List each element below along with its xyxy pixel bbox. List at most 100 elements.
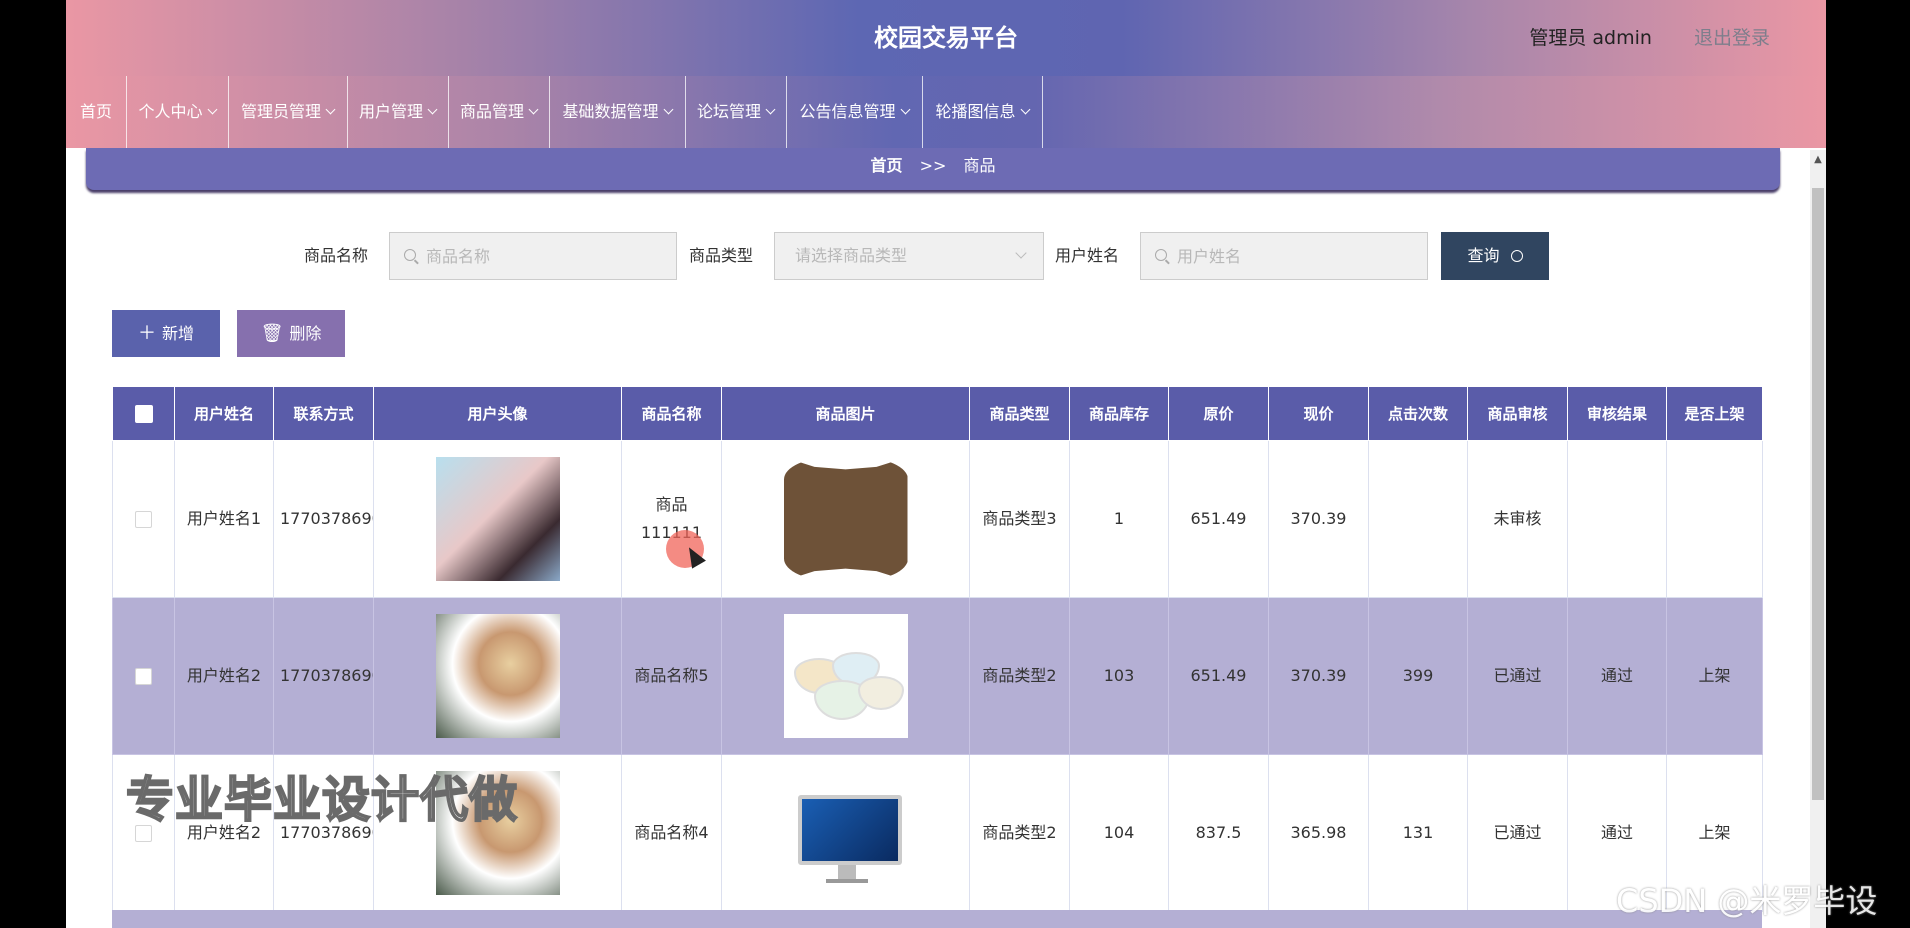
result-cell xyxy=(1567,440,1667,598)
nav-label: 商品管理 xyxy=(459,102,524,121)
nav-product-manage[interactable]: 商品管理 xyxy=(448,76,550,148)
phone-cell: 17703786901 xyxy=(273,440,374,598)
user-name-cell: 用户姓名1 xyxy=(174,440,274,598)
nav-label: 首页 xyxy=(79,102,112,121)
row-checkbox[interactable] xyxy=(135,668,152,685)
price-cell: 370.39 xyxy=(1268,597,1369,755)
nav-notice-manage[interactable]: 公告信息管理 xyxy=(786,76,923,148)
table-header-row: 用户姓名 联系方式 用户头像 商品名称 商品图片 商品类型 商品库存 原价 现价… xyxy=(112,386,1763,441)
nav-label: 轮播图信息 xyxy=(935,102,1016,121)
product-type-cell: 商品类型2 xyxy=(969,754,1070,912)
column-header: 商品审核 xyxy=(1467,386,1568,441)
search-icon xyxy=(1510,250,1523,262)
query-label: 查询 xyxy=(1467,246,1500,265)
table-row[interactable]: 用户姓名2 17703786902 商品名称5 商品类型2 103 xyxy=(112,597,1763,755)
clicks-cell: 131 xyxy=(1368,754,1468,912)
clicks-cell xyxy=(1368,440,1468,598)
chevron-down-icon xyxy=(765,104,776,115)
user-name-input[interactable] xyxy=(1177,233,1419,279)
scroll-up-icon[interactable]: ▲ xyxy=(1810,150,1826,170)
monitor-screen xyxy=(797,795,902,865)
delete-label: 删除 xyxy=(289,324,322,343)
admin-info: 管理员 admin 退出登录 xyxy=(1529,0,1770,76)
vertical-scrollbar[interactable]: ▲ xyxy=(1810,150,1826,928)
product-type-cell: 商品类型3 xyxy=(969,440,1070,598)
chevron-down-icon xyxy=(1015,247,1027,259)
logout-link[interactable]: 退出登录 xyxy=(1694,27,1770,49)
product-name-label: 商品名称 xyxy=(304,246,369,265)
nav-label: 管理员管理 xyxy=(240,102,321,121)
breadcrumb-current: 商品 xyxy=(963,156,996,175)
chevron-down-icon xyxy=(663,104,673,115)
nav-label: 公告信息管理 xyxy=(799,102,896,121)
column-header: 点击次数 xyxy=(1368,386,1468,441)
row-select-cell xyxy=(112,440,175,598)
product-image xyxy=(783,457,908,581)
search-icon xyxy=(1155,249,1167,261)
nav-carousel[interactable]: 轮播图信息 xyxy=(922,76,1043,148)
nav-home[interactable]: 首页 xyxy=(66,76,127,148)
overlay-watermark: 专业毕业设计代做 xyxy=(125,771,519,829)
corner-watermark: CSDN @米罗毕设 xyxy=(1616,882,1878,920)
nav-personal-center[interactable]: 个人中心 xyxy=(126,76,229,148)
product-image-cell xyxy=(721,754,970,912)
chevron-down-icon xyxy=(207,104,217,115)
product-type-placeholder: 请选择商品类型 xyxy=(795,246,908,265)
avatar-cell xyxy=(373,440,622,598)
delete-button[interactable]: 🗑 删除 xyxy=(237,310,345,357)
column-header: 商品类型 xyxy=(969,386,1070,441)
onshelf-cell: 上架 xyxy=(1666,597,1763,755)
trash-icon: 🗑 xyxy=(260,323,284,344)
product-type-select[interactable]: 请选择商品类型 xyxy=(774,232,1044,280)
search-icon xyxy=(404,249,416,261)
table-row[interactable]: 用户姓名1 17703786901 商品111111 商品类型3 1 651.4… xyxy=(112,440,1763,598)
chevron-down-icon xyxy=(528,104,539,115)
nav-user-manage[interactable]: 用户管理 xyxy=(347,76,449,148)
column-header: 商品名称 xyxy=(621,386,722,441)
row-checkbox[interactable] xyxy=(135,511,152,528)
user-name-search xyxy=(1140,232,1428,280)
onshelf-cell xyxy=(1666,440,1763,598)
chevron-down-icon xyxy=(900,104,910,115)
breadcrumb-home[interactable]: 首页 xyxy=(870,156,902,175)
product-name-cell: 商品111111 xyxy=(621,440,722,598)
product-name-input[interactable] xyxy=(426,233,668,279)
admin-label: 管理员 admin xyxy=(1529,27,1652,49)
product-type-label: 商品类型 xyxy=(689,246,754,265)
add-button[interactable]: ＋ 新增 xyxy=(112,310,220,357)
nav-admin-manage[interactable]: 管理员管理 xyxy=(228,76,348,148)
chevron-down-icon xyxy=(1020,104,1030,115)
product-name-search xyxy=(389,232,677,280)
add-label: 新增 xyxy=(161,324,194,343)
column-header: 商品库存 xyxy=(1069,386,1169,441)
row-select-cell xyxy=(112,597,175,755)
user-name-label: 用户姓名 xyxy=(1055,246,1120,265)
plus-icon: ＋ xyxy=(137,323,156,344)
nav-label: 基础数据管理 xyxy=(562,102,659,121)
stock-cell: 104 xyxy=(1069,754,1169,912)
column-header: 审核结果 xyxy=(1567,386,1667,441)
scroll-thumb[interactable] xyxy=(1812,188,1824,800)
table-row-partial xyxy=(112,910,1762,928)
nav-forum-manage[interactable]: 论坛管理 xyxy=(685,76,787,148)
column-header: 原价 xyxy=(1168,386,1269,441)
select-all-header xyxy=(112,386,175,441)
price-cell: 370.39 xyxy=(1268,440,1369,598)
stock-cell: 103 xyxy=(1069,597,1169,755)
price-cell: 365.98 xyxy=(1268,754,1369,912)
top-header: 校园交易平台 管理员 admin 退出登录 xyxy=(66,0,1826,76)
select-all-checkbox[interactable] xyxy=(134,404,153,423)
audit-cell: 已通过 xyxy=(1467,597,1568,755)
column-header: 用户头像 xyxy=(373,386,622,441)
original-price-cell: 651.49 xyxy=(1168,440,1269,598)
product-type-cell: 商品类型2 xyxy=(969,597,1070,755)
column-header: 是否上架 xyxy=(1666,386,1763,441)
nav-basic-data[interactable]: 基础数据管理 xyxy=(549,76,686,148)
clicks-cell: 399 xyxy=(1368,597,1468,755)
avatar-cell xyxy=(373,597,622,755)
chevron-down-icon xyxy=(427,104,438,115)
phone-cell: 17703786902 xyxy=(273,597,374,755)
query-button[interactable]: 查询 xyxy=(1441,232,1549,280)
product-name-cell: 商品名称5 xyxy=(621,597,722,755)
breadcrumb: 首页 >> 商品 xyxy=(86,148,1780,190)
